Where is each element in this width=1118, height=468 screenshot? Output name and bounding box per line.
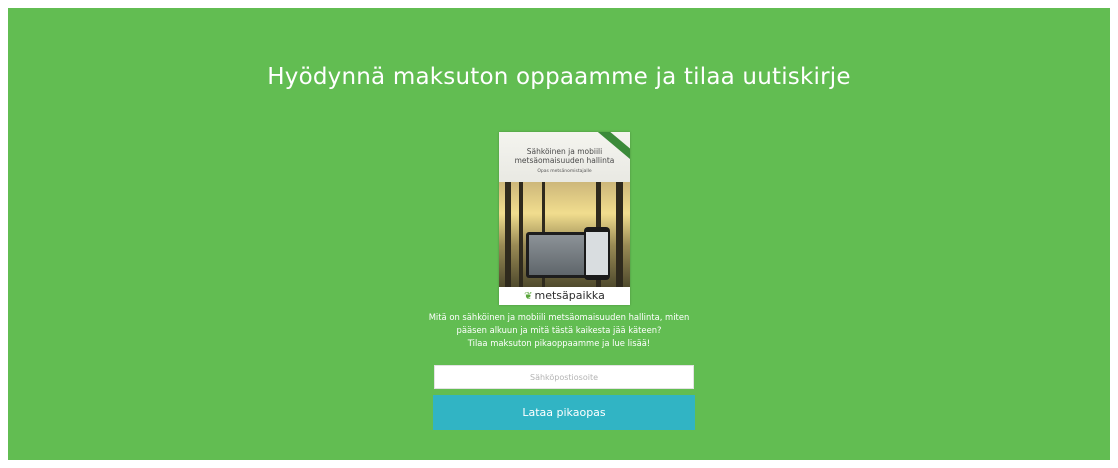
leaf-icon: ❦ [524,291,533,302]
newsletter-panel: Hyödynnä maksuton oppaamme ja tilaa uuti… [8,8,1110,460]
cover-brand-logo: ❦ metsäpaikka [499,289,630,302]
phone-screen [586,232,608,275]
tree-trunk [505,182,511,287]
forest-photo [499,182,630,287]
page-title: Hyödynnä maksuton oppaamme ja tilaa uuti… [267,64,851,90]
phone-mockup [584,227,610,280]
description-line2: pääsen alkuun ja mitä tästä kaikesta jää… [456,325,662,335]
email-input[interactable] [434,365,694,389]
cover-brand-name: metsäpaikka [534,289,605,302]
description-line1: Mitä on sähköinen ja mobiili metsäomaisu… [428,312,690,322]
tablet-mockup [526,232,590,278]
cover-title-line1: Sähköinen ja mobiili [526,147,603,156]
guide-description: Mitä on sähköinen ja mobiili metsäomaisu… [8,311,1110,350]
cover-header: Sähköinen ja mobiili metsäomaisuuden hal… [499,132,630,182]
description-line3: Tilaa maksuton pikaoppaamme ja lue lisää… [467,338,651,348]
cover-title-line2: metsäomaisuuden hallinta [514,156,615,165]
cover-title: Sähköinen ja mobiili metsäomaisuuden hal… [503,147,626,165]
cover-subtitle: Opas metsänomistajalle [537,169,592,174]
guide-cover-image: Sähköinen ja mobiili metsäomaisuuden hal… [499,132,630,305]
tablet-screen [529,235,587,275]
tree-trunk [519,182,523,287]
tree-trunk [616,182,623,287]
download-guide-button[interactable]: Lataa pikaopas [433,395,695,430]
